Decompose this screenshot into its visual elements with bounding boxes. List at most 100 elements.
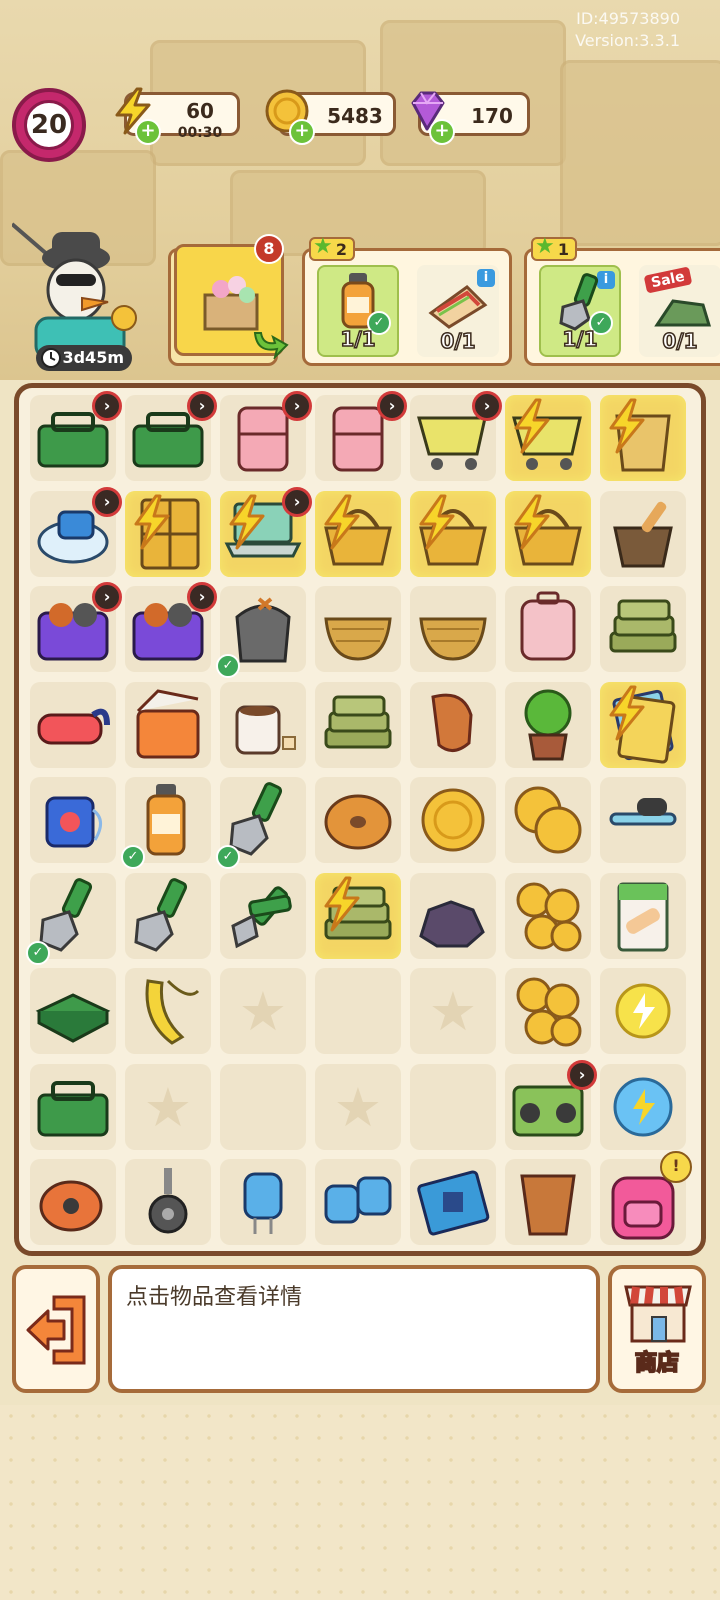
board-cell[interactable]: ›	[125, 582, 217, 672]
board-cell[interactable]	[125, 490, 211, 577]
board-cell[interactable]: ›	[125, 391, 217, 481]
board-cell[interactable]	[505, 1159, 591, 1245]
board-cell[interactable]	[505, 586, 591, 672]
shop-icon	[624, 1285, 692, 1343]
board-cell[interactable]	[125, 968, 211, 1054]
shop-button[interactable]: 商店	[608, 1265, 706, 1393]
board-cell[interactable]	[410, 872, 496, 959]
board-cell[interactable]	[505, 968, 591, 1054]
coin-value: 5483	[327, 104, 383, 128]
board-cell[interactable]	[600, 1063, 686, 1150]
order-star-tag: ★ 1	[531, 236, 577, 261]
board-cell[interactable]: ✓	[216, 777, 306, 869]
board-cell[interactable]	[220, 1159, 306, 1245]
vr-headset-icon	[37, 708, 110, 744]
clock-icon	[41, 348, 61, 368]
exit-arrow-icon	[26, 1295, 86, 1365]
gem-counter[interactable]: + 170	[411, 91, 530, 145]
board-cell[interactable]: ›	[30, 486, 122, 577]
board-cell[interactable]	[315, 586, 401, 672]
bandage-box-icon	[617, 882, 669, 951]
green-stack-icon	[609, 599, 677, 653]
board-cell[interactable]	[315, 681, 401, 768]
board-cell[interactable]	[220, 872, 306, 959]
done-check-icon: ✓	[216, 654, 240, 678]
level-badge[interactable]: 20	[12, 88, 86, 162]
shop-label: 商店	[634, 1350, 680, 1377]
timer-lock-icon: ›	[187, 391, 217, 421]
board-cell[interactable]	[410, 681, 496, 768]
board-cell[interactable]	[125, 872, 211, 959]
board-cell[interactable]	[315, 490, 401, 577]
capacitor-icon	[243, 1172, 283, 1234]
board-cell[interactable]	[30, 777, 116, 863]
board-cell[interactable]	[30, 681, 116, 768]
board-cell[interactable]	[315, 777, 401, 863]
board-cell[interactable]	[125, 681, 211, 768]
timer-lock-icon: ›	[92, 486, 122, 517]
timer-lock-icon: ›	[282, 486, 312, 517]
board-cell[interactable]: ›	[315, 391, 407, 481]
board-cell[interactable]: ›	[30, 582, 122, 672]
order-stack[interactable]: 8	[168, 234, 289, 366]
board-cell[interactable]	[600, 681, 686, 768]
order-card-2[interactable]: ★ 1 i ✓ 1/1 Sale 0/1	[524, 236, 720, 366]
board-cell[interactable]	[600, 872, 686, 959]
orange-cooler-icon	[136, 688, 200, 758]
order-requirement[interactable]: Sale 0/1	[639, 265, 720, 357]
timer-lock-icon: ›	[567, 1059, 597, 1090]
board-cell[interactable]: ›	[30, 391, 122, 481]
pink-suitcase-icon	[520, 591, 576, 661]
merge-board: › › › › › › › › › ✓ ✓ ✓ ✓ ›!	[14, 383, 706, 1256]
board-cell[interactable]	[220, 681, 306, 768]
board-cell[interactable]	[600, 395, 686, 481]
board-cell[interactable]	[600, 968, 686, 1054]
board-cell[interactable]	[600, 490, 686, 577]
board-cell[interactable]	[30, 1063, 116, 1150]
board-cell[interactable]	[600, 586, 686, 672]
energy-bolt-icon	[609, 398, 645, 454]
coin-icon	[421, 788, 485, 852]
level-value: 20	[24, 100, 74, 150]
board-cell[interactable]	[410, 490, 496, 577]
board-cell[interactable]	[600, 777, 686, 863]
sale-tag: Sale	[643, 266, 693, 294]
board-cell[interactable]: ›	[410, 391, 502, 481]
board-cell[interactable]: ›	[220, 486, 312, 577]
board-grid: › › › › › › › › › ✓ ✓ ✓ ✓ ›!	[26, 391, 692, 1245]
board-cell[interactable]: ›	[220, 391, 312, 481]
board-cell[interactable]	[410, 777, 496, 863]
player-id: ID:49573890	[576, 9, 680, 28]
order-requirement[interactable]: i 0/1	[417, 265, 499, 357]
add-energy-button[interactable]: +	[135, 119, 161, 145]
board-cell[interactable]	[30, 968, 116, 1054]
dumbbell-icon	[609, 798, 677, 826]
board-cell[interactable]	[315, 872, 401, 959]
order-requirement[interactable]: ✓ 1/1	[317, 265, 399, 357]
timer-lock-icon: ›	[92, 391, 122, 421]
board-cell[interactable]	[505, 777, 591, 863]
board-cell[interactable]	[505, 490, 591, 577]
board-cell[interactable]	[125, 1159, 211, 1245]
board-cell[interactable]	[505, 681, 591, 768]
board-cell[interactable]	[505, 872, 591, 959]
order-card-1[interactable]: ★ 2 ✓ 1/1 i 0/1	[302, 236, 512, 366]
energy-counter[interactable]: + 60 00:30	[115, 87, 240, 145]
coin-counter[interactable]: + 5483	[265, 89, 396, 145]
timer-lock-icon: ›	[377, 391, 407, 421]
board-cell[interactable]	[315, 1159, 401, 1245]
energy-bolt-icon	[324, 876, 360, 931]
board-cell[interactable]: !	[600, 1151, 692, 1245]
board-cell[interactable]	[30, 1159, 116, 1245]
board-cell[interactable]: ✓	[26, 872, 116, 965]
order-requirement[interactable]: i ✓ 1/1	[539, 265, 621, 357]
board-cell[interactable]	[410, 586, 496, 672]
board-cell[interactable]	[410, 1159, 496, 1245]
board-cell[interactable]: ✓	[121, 777, 211, 869]
add-coins-button[interactable]: +	[289, 119, 315, 145]
exit-button[interactable]	[12, 1265, 100, 1393]
board-cell[interactable]: ›	[505, 1059, 597, 1150]
add-gems-button[interactable]: +	[429, 119, 455, 145]
board-cell[interactable]	[505, 395, 591, 481]
board-cell[interactable]: ✓	[216, 586, 306, 678]
